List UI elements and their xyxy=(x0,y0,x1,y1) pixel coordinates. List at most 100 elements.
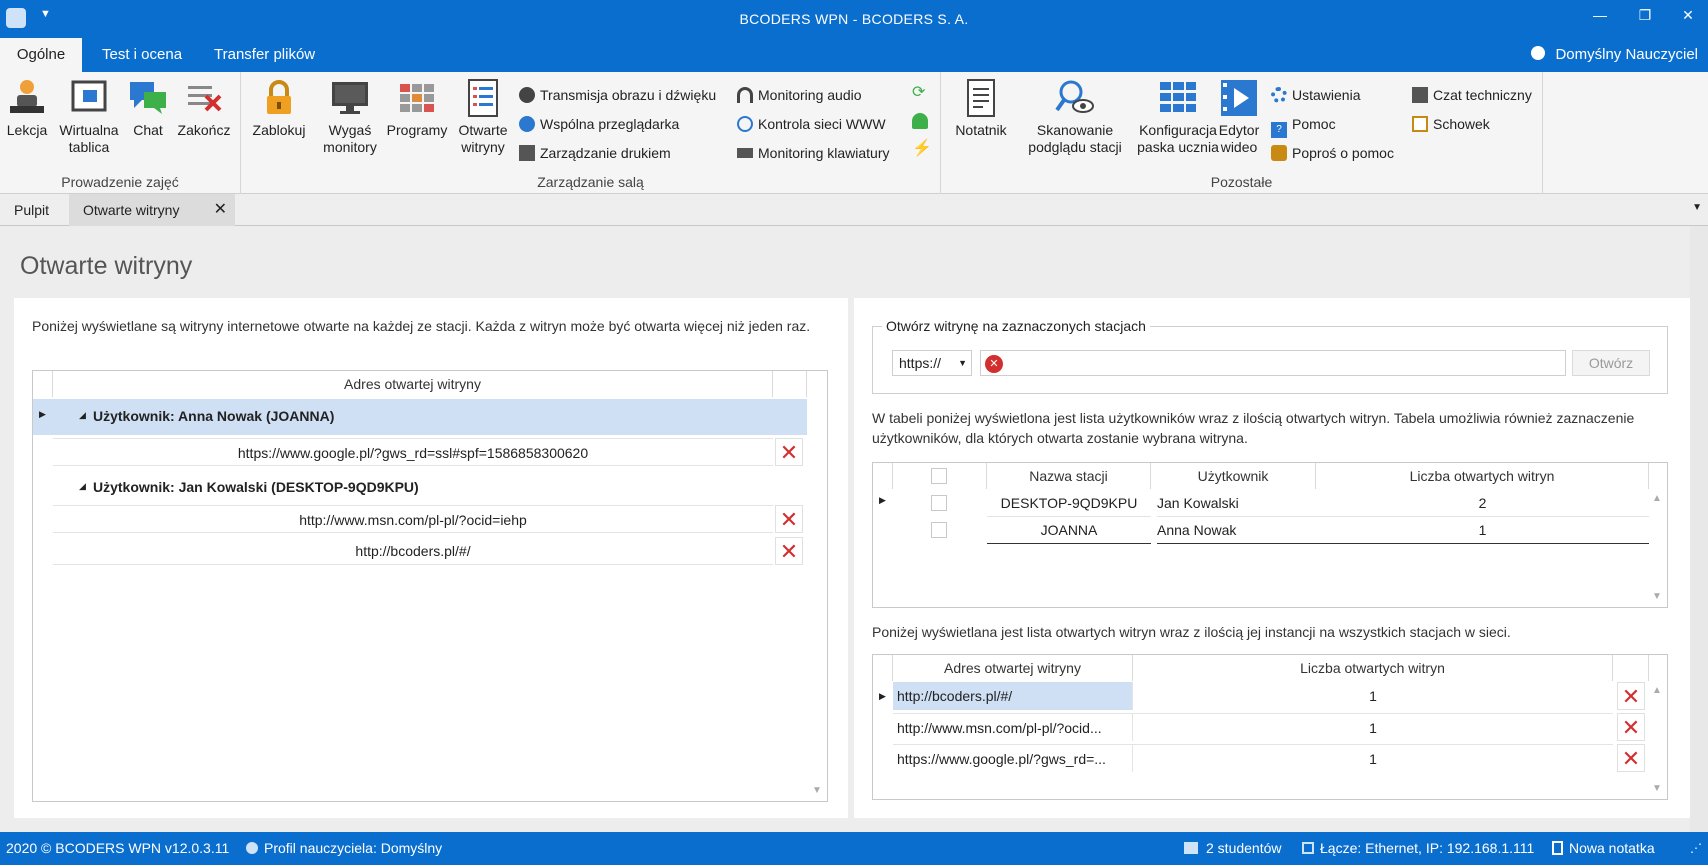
minimize-button[interactable]: — xyxy=(1580,0,1620,30)
station-user-cell: Anna Nowak xyxy=(1157,516,1316,544)
refresh-tool-button[interactable]: ⟳ xyxy=(912,82,930,104)
programy-button[interactable]: Programy xyxy=(381,78,453,139)
doc-tab-otwarte-witryny[interactable]: Otwarte witryny ✕ xyxy=(69,194,235,226)
new-note-button[interactable]: Nowa notatka xyxy=(1552,832,1655,865)
wygas-monitory-button[interactable]: Wygaś monitory xyxy=(317,78,383,156)
note-icon xyxy=(1552,841,1563,855)
select-all-checkbox[interactable] xyxy=(931,468,947,484)
status-students-label: 2 studentów xyxy=(1206,840,1282,856)
sites-header-address: Adres otwartej witryny xyxy=(893,655,1133,681)
teacher-icon xyxy=(7,78,47,118)
tab-ogolne[interactable]: Ogólne xyxy=(0,38,82,72)
zakoncz-button[interactable]: Zakończ xyxy=(174,78,234,139)
czat-techniczny-button[interactable]: Czat techniczny xyxy=(1412,84,1532,106)
popros-o-pomoc-button[interactable]: Poproś o pomoc xyxy=(1271,142,1394,164)
transmisja-label: Transmisja obrazu i dźwięku xyxy=(540,87,717,103)
stations-header-name: Nazwa stacji xyxy=(987,463,1151,489)
delete-url-button[interactable]: ✕ xyxy=(775,438,803,466)
scroll-down-icon[interactable]: ▼ xyxy=(809,785,825,796)
tree-url-cell[interactable]: http://bcoders.pl/#/ xyxy=(53,537,773,565)
tree-group-row[interactable]: ▶ ◢ Użytkownik: Anna Nowak (JOANNA) xyxy=(33,399,807,435)
programs-icon xyxy=(397,78,437,118)
schowek-button[interactable]: Schowek xyxy=(1412,113,1490,135)
schowek-label: Schowek xyxy=(1433,116,1490,132)
stations-select-all xyxy=(893,463,987,489)
site-url-cell[interactable]: https://www.google.pl/?gws_rd=... xyxy=(893,744,1133,772)
skanowanie-button[interactable]: Skanowanie podglądu stacji xyxy=(1013,78,1137,156)
web-globe-icon xyxy=(737,116,753,132)
popros-o-pomoc-label: Poproś o pomoc xyxy=(1292,145,1394,161)
page-scrollbar[interactable] xyxy=(1690,226,1708,832)
tree-group-row[interactable]: ◢ Użytkownik: Jan Kowalski (DESKTOP-9QD9… xyxy=(33,471,807,505)
monitoring-klawiatury-label: Monitoring klawiatury xyxy=(758,145,890,161)
tree-url-cell[interactable]: https://www.google.pl/?gws_rd=ssl#spf=15… xyxy=(53,438,773,466)
site-url-cell[interactable]: http://www.msn.com/pl-pl/?ocid... xyxy=(893,713,1133,741)
station-count-cell: 1 xyxy=(1316,516,1649,544)
green-user-icon xyxy=(912,113,928,129)
tabs-dropdown-icon[interactable]: ▼ xyxy=(1692,202,1702,213)
user-tool-button[interactable] xyxy=(912,110,930,132)
ustawienia-button[interactable]: Ustawienia xyxy=(1271,84,1360,106)
otwarte-witryny-button[interactable]: Otwarte witryny xyxy=(453,78,513,156)
scroll-up-icon[interactable]: ▲ xyxy=(1649,493,1665,504)
notatnik-button[interactable]: Notatnik xyxy=(949,78,1013,139)
video-icon xyxy=(1219,78,1259,118)
status-students[interactable]: 2 studentów xyxy=(1184,832,1282,865)
delete-site-button[interactable]: ✕ xyxy=(1617,713,1645,741)
row-checkbox[interactable] xyxy=(931,495,947,511)
tab-transfer-plikow[interactable]: Transfer plików xyxy=(200,38,329,72)
group-label-prowadzenie: Prowadzenie zajęć xyxy=(61,174,179,190)
group-prowadzenie: Lekcja Wirtualna tablica Chat Zakończ Pr… xyxy=(0,72,241,194)
chat-button[interactable]: Chat xyxy=(128,78,168,139)
end-lesson-icon xyxy=(184,78,224,118)
station-user-cell: Jan Kowalski xyxy=(1157,489,1316,517)
sites-gutter-header xyxy=(873,655,893,681)
wspolna-przegladarka-button[interactable]: Wspólna przeglądarka xyxy=(519,113,679,135)
clipboard-icon xyxy=(1412,116,1428,132)
delete-url-button[interactable]: ✕ xyxy=(775,505,803,533)
students-icon xyxy=(1184,842,1198,854)
collapse-icon[interactable]: ◢ xyxy=(79,410,86,421)
stations-gutter-header xyxy=(873,463,893,489)
close-window-button[interactable]: ✕ xyxy=(1668,0,1708,30)
delete-site-button[interactable]: ✕ xyxy=(1617,682,1645,710)
tree-url-cell[interactable]: http://www.msn.com/pl-pl/?ocid=iehp xyxy=(53,505,773,533)
delete-site-button[interactable]: ✕ xyxy=(1617,744,1645,772)
restore-button[interactable]: ❐ xyxy=(1625,0,1665,30)
edytor-wideo-button[interactable]: Edytor wideo xyxy=(1213,78,1265,156)
scroll-down-icon[interactable]: ▼ xyxy=(1649,591,1665,602)
tab-test-i-ocena[interactable]: Test i ocena xyxy=(88,38,196,72)
zablokuj-button[interactable]: Zablokuj xyxy=(249,78,309,139)
lightning-tool-button[interactable]: ⚡ xyxy=(912,138,932,160)
collapse-icon[interactable]: ◢ xyxy=(79,481,86,492)
delete-url-button[interactable]: ✕ xyxy=(775,537,803,565)
lekcja-button[interactable]: Lekcja xyxy=(4,78,50,139)
site-url-cell[interactable]: http://bcoders.pl/#/ xyxy=(893,682,1133,710)
user-group-label: Użytkownik: Jan Kowalski (DESKTOP-9QD9KP… xyxy=(93,479,419,495)
pomoc-button[interactable]: ? Pomoc xyxy=(1271,113,1336,138)
scroll-up-icon[interactable]: ▲ xyxy=(1649,685,1665,696)
open-site-button[interactable]: Otwórz xyxy=(1572,350,1650,376)
scroll-down-icon[interactable]: ▼ xyxy=(1649,783,1665,794)
wirtualna-tablica-button[interactable]: Wirtualna tablica xyxy=(54,78,124,156)
wirtualna-tablica-label: Wirtualna tablica xyxy=(59,122,119,155)
user-menu[interactable]: Domyślny Nauczyciel xyxy=(1531,38,1698,72)
new-note-label: Nowa notatka xyxy=(1569,840,1655,856)
station-name-cell: JOANNA xyxy=(987,516,1151,544)
right-panel: Otwórz witrynę na zaznaczonych stacjach … xyxy=(854,298,1694,818)
kontrola-www-button[interactable]: Kontrola sieci WWW xyxy=(737,113,886,135)
help-icon: ? xyxy=(1271,122,1287,138)
transmisja-button[interactable]: Transmisja obrazu i dźwięku xyxy=(519,84,716,106)
protocol-value: https:// xyxy=(899,355,942,371)
doc-tab-pulpit[interactable]: Pulpit xyxy=(0,194,63,226)
url-input[interactable]: ✕ xyxy=(980,350,1566,376)
user-name: Domyślny Nauczyciel xyxy=(1555,46,1698,63)
protocol-select[interactable]: https:// ▼ xyxy=(892,350,972,376)
zarzadzanie-drukiem-button[interactable]: Zarządzanie drukiem xyxy=(519,142,671,164)
monitoring-klawiatury-button[interactable]: Monitoring klawiatury xyxy=(737,142,890,164)
status-profile-label: Profil nauczyciela: Domyślny xyxy=(264,840,443,856)
monitoring-audio-button[interactable]: Monitoring audio xyxy=(737,84,862,106)
close-tab-icon[interactable]: ✕ xyxy=(214,194,227,226)
resize-grip-icon[interactable]: ⋰ xyxy=(1690,832,1702,865)
row-checkbox[interactable] xyxy=(931,522,947,538)
